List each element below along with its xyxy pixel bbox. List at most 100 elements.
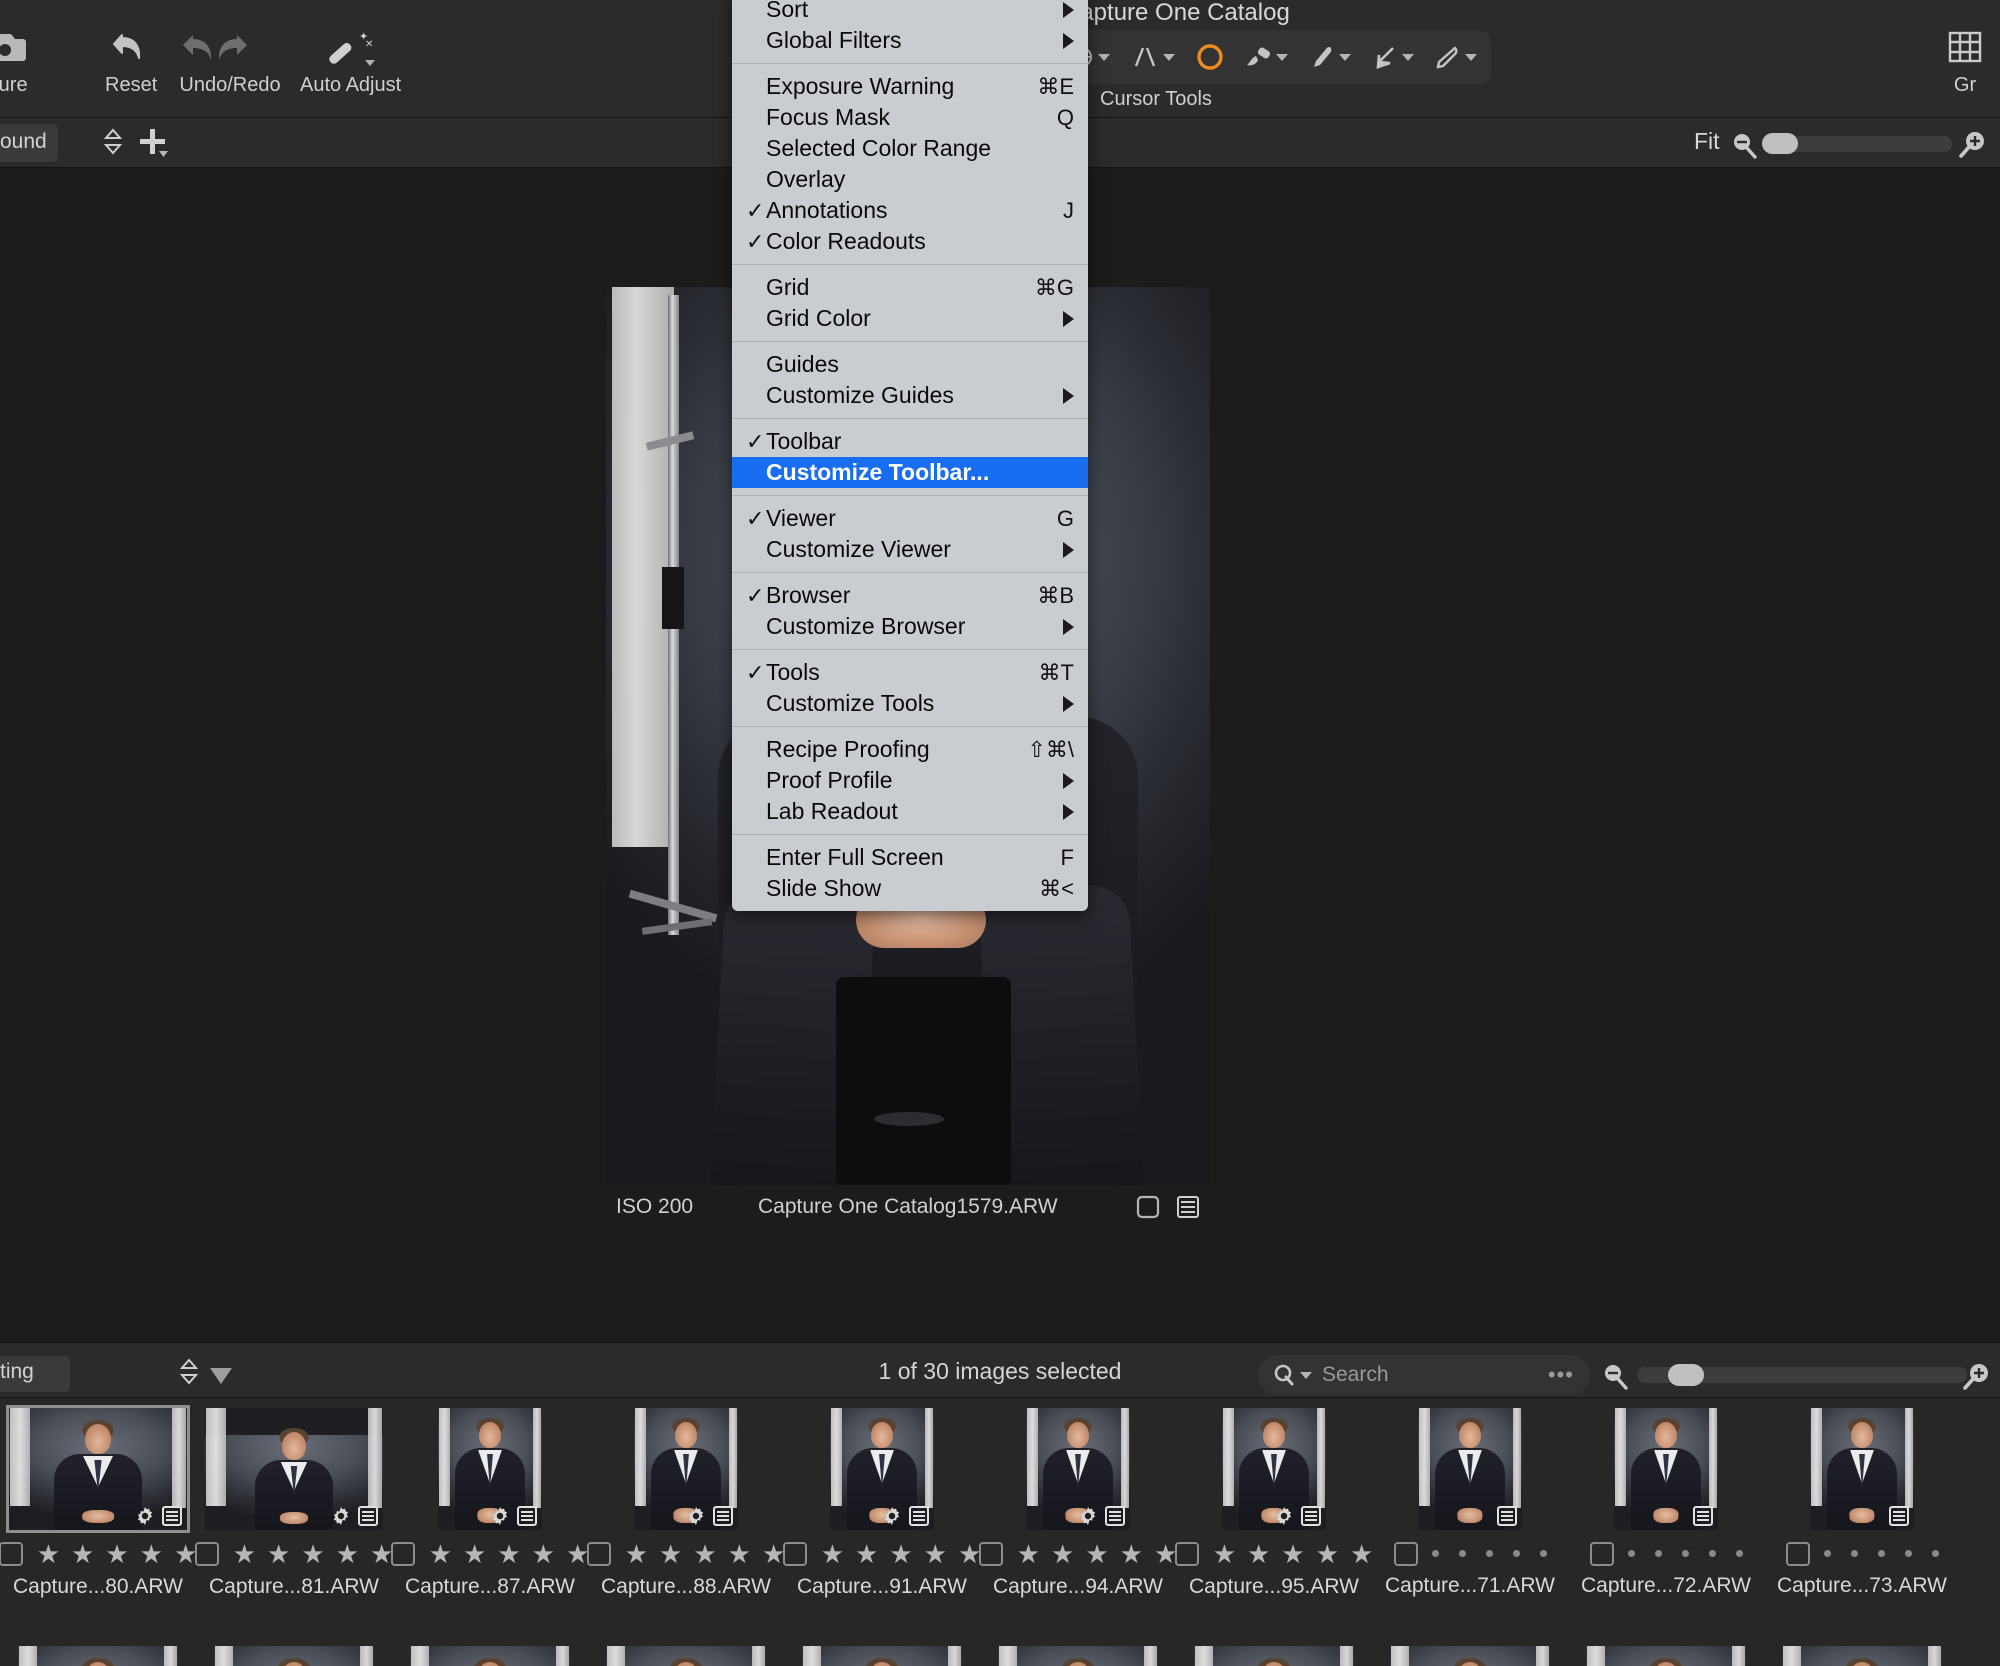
thumb-select-checkbox[interactable] [782,1542,807,1566]
toolbar-capture-button[interactable]: pture [0,26,28,97]
star-icon[interactable]: ★ [889,1541,912,1567]
filmstrip-item-row2[interactable] [784,1646,980,1666]
star-icon[interactable]: ★ [693,1541,716,1567]
menu-item-viewer[interactable]: ✓ Viewer G [732,503,1088,534]
gradient-arrow-tool-button[interactable] [1371,44,1414,70]
menu-item-browser[interactable]: ✓ Browser ⌘B [732,580,1088,611]
star-icon[interactable]: ★ [1350,1541,1373,1567]
thumb-metadata-list-icon[interactable] [713,1506,733,1526]
thumb-image-row2[interactable] [802,1646,962,1666]
toolbar-undo-redo-button[interactable]: Undo/Redo [175,26,285,97]
menu-item-global-filters[interactable]: Global Filters [732,25,1088,56]
menu-item-annotations[interactable]: ✓ Annotations J [732,195,1088,226]
menu-item-guides[interactable]: Guides [732,349,1088,380]
star-icon[interactable]: ★ [1316,1541,1339,1567]
thumb-settings-gear-icon[interactable] [1078,1506,1098,1526]
filmstrip-item[interactable]: ★ ★ ★ ★ ★ Capture...81.ARW [194,1398,394,1598]
thumb-wrapper[interactable] [205,1408,383,1530]
brush-tool-button[interactable] [1245,44,1288,70]
menu-item-proof-profile[interactable]: Proof Profile [732,765,1088,796]
star-icon[interactable]: ★ [105,1541,128,1567]
rating-dot-icon[interactable] [1654,1550,1662,1557]
thumb-select-checkbox[interactable] [1785,1541,1810,1566]
rating-dot-icon[interactable] [1708,1550,1716,1557]
filmstrip-item-row2[interactable] [392,1646,588,1666]
thumb-star-rating-empty[interactable] [1823,1550,1939,1557]
thumb-wrapper[interactable] [1810,1408,1914,1530]
thumb-select-checkbox[interactable] [1174,1542,1199,1566]
menu-item-customize-guides[interactable]: Customize Guides [732,380,1088,411]
zoom-slider-knob[interactable] [1762,133,1798,154]
filmstrip-item[interactable]: ★ ★ ★ ★ ★ Capture...87.ARW [390,1398,590,1598]
thumb-wrapper[interactable] [6,1405,190,1533]
star-icon[interactable]: ★ [301,1541,324,1567]
filmstrip-item-row2[interactable] [196,1646,392,1666]
menu-item-slide-show[interactable]: Slide Show ⌘< [732,873,1088,904]
star-icon[interactable]: ★ [728,1541,751,1567]
filmstrip-item[interactable]: Capture...72.ARW [1568,1398,1764,1598]
filmstrip-item[interactable]: ★ ★ ★ ★ ★ Capture...91.ARW [782,1398,982,1598]
rating-dot-icon[interactable] [1431,1550,1439,1557]
menu-item-lab-readout[interactable]: Lab Readout [732,796,1088,827]
star-icon[interactable]: ★ [463,1541,486,1567]
menu-item-focus-mask[interactable]: Focus Mask Q [732,102,1088,133]
thumb-metadata-list-icon[interactable] [909,1506,929,1526]
thumb-select-checkbox[interactable] [0,1542,23,1566]
thumb-image[interactable] [1026,1408,1130,1530]
star-icon[interactable]: ★ [1085,1541,1108,1567]
thumb-image-row2[interactable] [18,1646,178,1666]
thumb-metadata-list-icon[interactable] [358,1506,378,1526]
star-icon[interactable]: ★ [71,1541,94,1567]
thumb-settings-gear-icon[interactable] [490,1506,510,1526]
filmstrip-item-row2[interactable] [980,1646,1176,1666]
star-icon[interactable]: ★ [659,1541,682,1567]
thumb-image[interactable] [830,1408,934,1530]
thumb-wrapper[interactable] [1026,1408,1130,1530]
thumb-star-rating[interactable]: ★ ★ ★ ★ ★ [233,1541,394,1567]
thumb-size-minus-icon[interactable] [1600,1361,1630,1391]
star-icon[interactable]: ★ [429,1541,452,1567]
thumb-settings-gear-icon[interactable] [1274,1506,1294,1526]
menu-item-enter-full-screen[interactable]: Enter Full Screen F [732,842,1088,873]
star-icon[interactable]: ★ [1247,1541,1270,1567]
thumb-image[interactable] [1614,1408,1718,1530]
rating-dot-icon[interactable] [1627,1550,1635,1557]
menu-item-recipe-proofing[interactable]: Recipe Proofing ⇧⌘\ [732,734,1088,765]
thumb-star-rating[interactable]: ★ ★ ★ ★ ★ [429,1541,590,1567]
thumb-star-rating[interactable]: ★ ★ ★ ★ ★ [625,1541,786,1567]
thumb-size-plus-icon[interactable] [1962,1360,1994,1392]
thumb-wrapper[interactable] [438,1408,542,1530]
eyedropper-tool-button[interactable] [1308,43,1351,71]
thumb-image-row2[interactable] [1782,1646,1942,1666]
thumb-metadata-list-icon[interactable] [1301,1506,1321,1526]
search-input[interactable]: Search ••• [1258,1355,1590,1395]
star-icon[interactable]: ★ [855,1541,878,1567]
rating-dot-icon[interactable] [1877,1550,1885,1557]
thumb-metadata-list-icon[interactable] [1497,1506,1517,1526]
menu-item-customize-toolbar[interactable]: Customize Toolbar... [732,457,1088,488]
menu-item-tools[interactable]: ✓ Tools ⌘T [732,657,1088,688]
rating-dot-icon[interactable] [1458,1550,1466,1557]
thumb-metadata-list-icon[interactable] [1693,1506,1713,1526]
thumb-image-row2[interactable] [1194,1646,1354,1666]
thumb-wrapper[interactable] [634,1408,738,1530]
viewer-left-select-stepper[interactable] [104,128,122,155]
selected-color-circle-button[interactable] [1195,42,1225,72]
filmstrip-item-row2[interactable] [0,1646,196,1666]
thumb-select-checkbox[interactable] [586,1542,611,1566]
viewer-checkbox-icon[interactable] [1136,1195,1160,1219]
filmstrip-item[interactable]: ★ ★ ★ ★ ★ Capture...95.ARW [1174,1398,1374,1598]
magnifier-plus-icon[interactable] [1958,128,1990,160]
rating-dot-icon[interactable] [1931,1550,1939,1557]
thumb-select-checkbox[interactable] [1393,1541,1418,1566]
star-icon[interactable]: ★ [336,1541,359,1567]
thumb-star-rating[interactable]: ★ ★ ★ ★ ★ [821,1541,982,1567]
thumb-star-rating[interactable]: ★ ★ ★ ★ ★ [1213,1541,1374,1567]
menu-item-overlay[interactable]: Overlay [732,164,1088,195]
thumb-select-checkbox[interactable] [1589,1541,1614,1566]
filmstrip-item[interactable]: Capture...71.ARW [1372,1398,1568,1598]
viewer-metadata-list-icon[interactable] [1176,1195,1200,1219]
star-icon[interactable]: ★ [497,1541,520,1567]
thumb-star-rating[interactable]: ★ ★ ★ ★ ★ [37,1541,198,1567]
rating-dot-icon[interactable] [1823,1550,1831,1557]
